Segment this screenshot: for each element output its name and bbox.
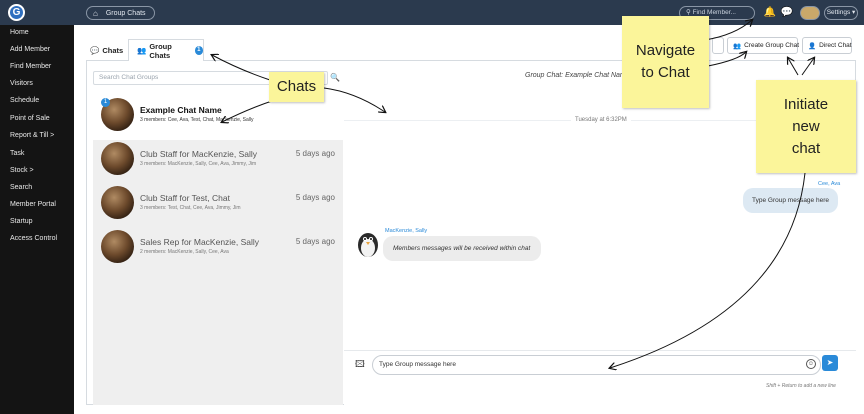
chat-list: 1 Example Chat Name 3 members: Cee, Ava,…	[93, 92, 343, 405]
create-group-chat-label: Create Group Chat	[744, 42, 800, 49]
unread-badge: 1	[101, 98, 110, 107]
emoji-icon[interactable]: ☺	[806, 359, 816, 369]
chat-list-item[interactable]: Club Staff for Test, Chat 3 members: Tes…	[93, 180, 343, 228]
sidebar-item-point-of-sale[interactable]: Point of Sale	[10, 115, 50, 122]
tab-chats[interactable]: 💬 Chats	[90, 39, 123, 61]
annotation-initiate-line2: new	[792, 117, 820, 135]
settings-button[interactable]: Settings ▾	[824, 6, 858, 20]
chat-members: 3 members: MacKenzie, Sally, Cee, Ava, J…	[140, 161, 257, 167]
home-icon[interactable]: ⌂	[93, 9, 98, 18]
find-member-placeholder: Find Member...	[692, 9, 736, 16]
chat-avatar	[101, 186, 134, 219]
tab-chats-label: Chats	[102, 45, 124, 55]
app-logo[interactable]: G	[8, 4, 25, 21]
send-icon: ➤	[826, 358, 834, 367]
composer-hint: Shift + Return to add a new line	[766, 383, 836, 389]
create-group-chat-button[interactable]: 👥 Create Group Chat	[727, 37, 800, 54]
chat-time: 5 days ago	[295, 193, 335, 202]
chat-name: Club Staff for Test, Chat	[140, 193, 230, 203]
breadcrumb[interactable]: ⌂ Group Chats	[86, 6, 155, 20]
chat-name: Sales Rep for MacKenzie, Sally	[140, 237, 260, 247]
tab-divider	[204, 60, 856, 61]
sidebar-item-add-member[interactable]: Add Member	[10, 46, 50, 53]
unread-badge: 1	[194, 46, 203, 55]
chat-icon: 💬	[90, 45, 100, 55]
chat-title: Group Chat: Example Chat Name	[525, 72, 630, 79]
hidden-button[interactable]	[712, 37, 724, 54]
top-bar: G ⌂ Group Chats ⚲ Find Member... 🔔 💬 Set…	[0, 0, 864, 25]
chat-list-item[interactable]: Sales Rep for MacKenzie, Sally 2 members…	[93, 224, 343, 272]
tab-group-chats[interactable]: 👥 Group Chats 1	[128, 39, 204, 61]
sidebar-item-report-till[interactable]: Report & Till >	[10, 132, 54, 139]
message-input[interactable]: Type Group message here	[372, 355, 821, 375]
sidebar-item-visitors[interactable]: Visitors	[10, 80, 33, 87]
annotation-initiate-new-chat: Initiate new chat	[756, 80, 856, 173]
penguin-avatar	[358, 233, 378, 257]
message-sender: MacKenzie, Sally	[385, 228, 428, 234]
app-root: G ⌂ Group Chats ⚲ Find Member... 🔔 💬 Set…	[0, 0, 864, 414]
chat-time: 5 days ago	[295, 149, 335, 158]
tab-group-chats-label: Group Chats	[149, 41, 172, 60]
sidebar-item-access-control[interactable]: Access Control	[10, 235, 57, 242]
annotation-navigate-line2: to Chat	[641, 64, 690, 81]
date-separator: Tuesday at 6:32PM	[571, 117, 631, 123]
sidebar-item-find-member[interactable]: Find Member	[10, 63, 51, 70]
sidebar-item-task[interactable]: Task	[10, 150, 24, 157]
message-bubble-incoming: Members messages will be received within…	[383, 236, 541, 261]
user-avatar[interactable]	[800, 6, 820, 20]
message-bubble-outgoing: Type Group message here	[743, 188, 838, 213]
chat-members: 2 members: MacKenzie, Sally, Cee, Ava	[140, 249, 229, 255]
composer-divider	[344, 350, 856, 351]
chat-time: 5 days ago	[295, 237, 335, 246]
sidebar-item-startup[interactable]: Startup	[10, 218, 33, 225]
bell-icon[interactable]: 🔔	[763, 6, 777, 20]
chat-name: Club Staff for MacKenzie, Sally	[140, 149, 258, 159]
chat-name: Example Chat Name	[140, 105, 222, 115]
sidebar-item-home[interactable]: Home	[10, 29, 29, 36]
send-button[interactable]: ➤	[822, 355, 838, 371]
sidebar-item-stock[interactable]: Stock >	[10, 167, 34, 174]
sidebar-item-search[interactable]: Search	[10, 184, 32, 191]
group-icon: 👥	[733, 42, 742, 50]
group-icon: 👥	[137, 46, 147, 55]
chat-avatar	[101, 142, 134, 175]
direct-chat-label: Direct Chat	[819, 42, 852, 49]
chat-bubble-icon[interactable]: 💬	[780, 6, 794, 20]
settings-label: Settings	[826, 9, 851, 16]
sidebar: Home Add Member Find Member Visitors Sch…	[0, 25, 74, 414]
annotation-initiate-line1: Initiate	[783, 95, 829, 113]
sidebar-item-member-portal[interactable]: Member Portal	[10, 201, 56, 208]
message-sender: Cee, Ava	[818, 181, 841, 187]
search-icon[interactable]: 🔍	[328, 71, 342, 85]
breadcrumb-current: Group Chats	[105, 9, 146, 17]
image-icon[interactable]: 🖾	[355, 360, 365, 369]
chat-members: 3 members: Test, Chat, Cee, Ava, Jimmy, …	[140, 205, 241, 211]
chat-avatar	[101, 230, 134, 263]
direct-chat-button[interactable]: 👤 Direct Chat	[802, 37, 852, 54]
annotation-chats: Chats	[269, 72, 324, 102]
chat-members: 3 members: Cee, Ava, Test, Chat, Mackenz…	[140, 117, 254, 123]
annotation-navigate-line1: Navigate	[635, 42, 696, 59]
search-icon: ⚲	[686, 9, 691, 16]
sidebar-item-schedule[interactable]: Schedule	[10, 97, 39, 104]
annotation-initiate-line3: chat	[791, 139, 821, 157]
chat-list-item[interactable]: Club Staff for MacKenzie, Sally 3 member…	[93, 136, 343, 184]
annotation-navigate-to-chat: Navigate to Chat	[622, 16, 709, 108]
user-icon: 👤	[808, 42, 817, 50]
